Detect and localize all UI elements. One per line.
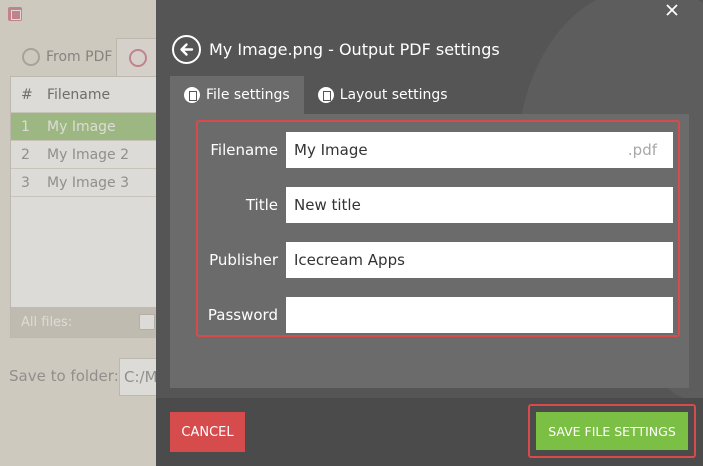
- form-highlight-frame: Filename My Image .pdf Title New title P…: [196, 120, 680, 337]
- save-file-settings-button[interactable]: SAVE FILE SETTINGS: [536, 412, 688, 450]
- file-settings-panel: Filename My Image .pdf Title New title P…: [170, 114, 689, 388]
- tab-file-settings[interactable]: File settings: [170, 76, 304, 114]
- password-row: Password: [198, 297, 678, 333]
- dialog-header: My Image.png - Output PDF settings: [172, 35, 500, 64]
- tab-layout-settings-label: Layout settings: [339, 87, 448, 103]
- password-label: Password: [207, 306, 278, 324]
- title-value: New title: [294, 196, 361, 214]
- title-field[interactable]: New title: [286, 187, 673, 223]
- close-icon[interactable]: [665, 4, 679, 18]
- dialog-footer: CANCEL SAVE FILE SETTINGS: [156, 398, 703, 466]
- pdf-extension: .pdf: [627, 141, 657, 159]
- layout-icon: [317, 87, 334, 103]
- settings-tabs: File settings Layout settings: [170, 76, 462, 114]
- password-field[interactable]: [286, 297, 673, 333]
- filename-label: Filename: [210, 141, 278, 159]
- title-row: Title New title: [198, 187, 678, 223]
- publisher-label: Publisher: [209, 251, 278, 269]
- title-label: Title: [245, 196, 278, 214]
- tab-file-settings-label: File settings: [206, 87, 290, 103]
- cancel-button[interactable]: CANCEL: [170, 412, 245, 452]
- publisher-row: Publisher Icecream Apps: [198, 242, 678, 278]
- filename-row: Filename My Image .pdf: [198, 132, 678, 168]
- filename-field[interactable]: My Image .pdf: [286, 132, 673, 168]
- publisher-field[interactable]: Icecream Apps: [286, 242, 673, 278]
- publisher-value: Icecream Apps: [294, 251, 405, 269]
- document-icon: [184, 87, 200, 103]
- filename-value: My Image: [294, 141, 368, 159]
- save-highlight-frame: SAVE FILE SETTINGS: [528, 404, 696, 458]
- output-settings-dialog: My Image.png - Output PDF settings File …: [156, 0, 703, 466]
- back-arrow-icon[interactable]: [172, 35, 201, 64]
- dialog-title: My Image.png - Output PDF settings: [209, 40, 500, 59]
- tab-layout-settings[interactable]: Layout settings: [304, 76, 462, 114]
